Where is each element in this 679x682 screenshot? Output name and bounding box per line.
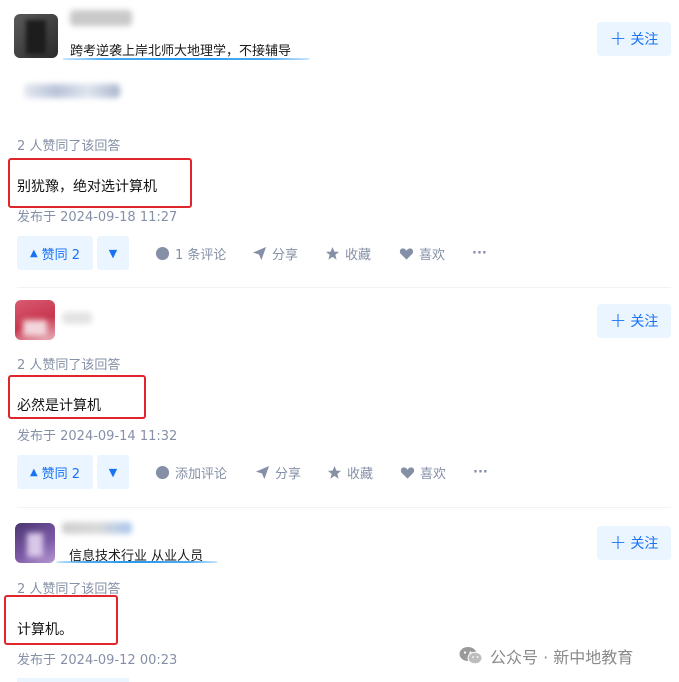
action-bar: ▲ 赞同 2 ▼ 添加评论 分享 收藏 喜欢 ··· [17,455,677,489]
plus-icon: + [609,26,627,50]
blurred-image-strip [24,84,120,98]
triangle-down-icon: ▼ [108,246,118,260]
like-button[interactable]: 喜欢 [399,236,445,270]
watermark: 公众号 · 新中地教育 [459,644,633,668]
more-button[interactable]: ··· [473,455,488,489]
divider [17,287,671,288]
more-icon: ··· [472,245,487,261]
paper-plane-icon [252,246,267,260]
upvote-label: 赞同 2 [41,247,81,263]
author-name[interactable] [70,10,132,26]
follow-label: 关注 [630,314,659,330]
answer-content: 计算机。 [17,622,73,638]
heart-icon [400,466,415,479]
share-button[interactable]: 分享 [252,236,298,270]
share-button[interactable]: 分享 [255,455,301,489]
wechat-icon [459,647,483,665]
vote-summary: 2 人赞同了该回答 [17,358,121,373]
publish-time: 发布于 2024-09-14 11:32 [17,429,178,444]
triangle-down-icon: ▼ [108,465,118,479]
collect-label: 收藏 [347,466,374,482]
comment-icon [155,465,170,479]
follow-button[interactable]: + 关注 [597,304,671,338]
like-button[interactable]: 喜欢 [400,455,446,489]
comment-label: 添加评论 [175,466,228,482]
avatar[interactable] [14,14,58,58]
more-icon: ··· [473,464,488,480]
collect-button[interactable]: 收藏 [327,455,373,489]
author-name[interactable] [62,522,132,534]
collect-button[interactable]: 收藏 [325,236,371,270]
divider [17,507,671,508]
comment-icon [155,246,170,260]
triangle-up-icon: ▲ [29,247,38,259]
upvote-label: 赞同 2 [41,466,81,482]
share-label: 分享 [272,247,299,263]
answer-content: 必然是计算机 [17,398,101,414]
downvote-button[interactable]: ▼ [97,455,129,489]
plus-icon: + [609,530,627,554]
share-label: 分享 [275,466,302,482]
follow-label: 关注 [630,536,659,552]
author-name[interactable] [62,312,92,324]
publish-time: 发布于 2024-09-12 00:23 [17,653,178,668]
upvote-button[interactable]: ▲ 赞同 2 [17,455,93,489]
watermark-text: 公众号 · 新中地教育 [490,648,634,667]
heart-icon [399,247,414,260]
like-label: 喜欢 [420,466,447,482]
paper-plane-icon [255,465,270,479]
avatar[interactable] [15,300,55,340]
triangle-up-icon: ▲ [29,466,38,478]
follow-button[interactable]: + 关注 [597,526,671,560]
collect-label: 收藏 [345,247,372,263]
follow-button[interactable]: + 关注 [597,22,671,56]
author-headline: 跨考逆袭上岸北师大地理学，不接辅导 [70,44,292,59]
answer-content: 别犹豫，绝对选计算机 [17,179,157,195]
star-icon [327,465,342,479]
more-button[interactable]: ··· [472,236,487,270]
annotation-underline [62,58,310,60]
avatar[interactable] [15,523,55,563]
plus-icon: + [609,308,627,332]
follow-label: 关注 [630,32,659,48]
comment-button[interactable]: 1 条评论 [155,236,226,270]
downvote-button[interactable]: ▼ [97,236,129,270]
vote-summary: 2 人赞同了该回答 [17,139,121,154]
annotation-underline [56,561,218,563]
comment-label: 1 条评论 [175,247,227,263]
star-icon [325,246,340,260]
upvote-button[interactable]: ▲ 赞同 2 [17,236,93,270]
like-label: 喜欢 [419,247,446,263]
publish-time: 发布于 2024-09-18 11:27 [17,210,178,225]
comment-button[interactable]: 添加评论 [155,455,227,489]
action-bar: ▲ 赞同 2 ▼ 1 条评论 分享 收藏 喜欢 ··· [17,236,677,270]
action-bar-peek [17,678,129,682]
